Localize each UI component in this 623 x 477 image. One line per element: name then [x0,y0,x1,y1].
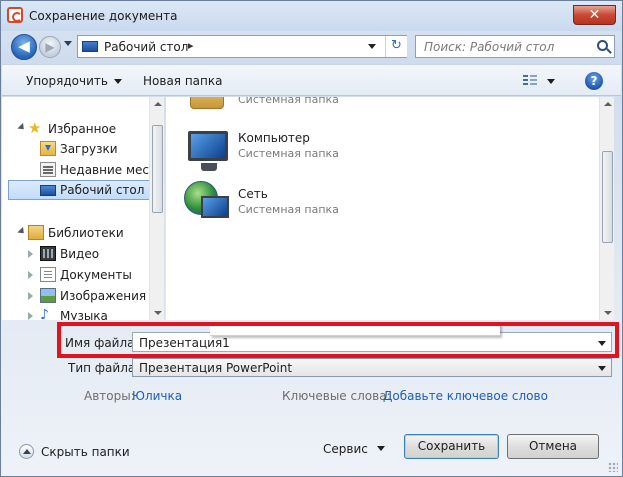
network-icon [184,181,229,218]
filetype-value: Презентация PowerPoint [139,361,293,375]
file-name: Компьютер [238,131,310,145]
nav-item-documents[interactable]: Документы [2,265,150,285]
navigation-pane: ★ Избранное Загрузки Недавние места Рабо… [2,97,165,320]
filetype-select[interactable]: Презентация PowerPoint [132,358,612,377]
close-icon: ✕ [588,7,601,23]
view-options-chevron-icon[interactable] [547,79,555,84]
file-list: Системная папка Компьютер Системная папк… [166,97,614,320]
expand-toggle-icon[interactable] [28,292,33,300]
scroll-thumb[interactable] [152,125,163,213]
file-type: Системная папка [238,147,339,160]
file-type: Системная папка [238,97,339,106]
address-bar[interactable]: Рабочий стол ▸ [77,35,407,58]
folder-icon [190,97,224,109]
scroll-up-icon[interactable] [154,102,162,106]
computer-icon [188,131,228,171]
content-scrollbar[interactable] [599,97,614,320]
video-icon [40,246,56,261]
search-icon[interactable] [597,40,608,51]
back-button[interactable]: ◀ [11,34,37,60]
cancel-button[interactable]: Отмена [507,434,599,459]
close-button[interactable]: ✕ [573,5,616,25]
address-path[interactable]: Рабочий стол [104,40,188,54]
forward-button[interactable]: ▶ [39,36,61,58]
list-item-computer[interactable]: Компьютер Системная папка [184,131,484,179]
nav-favorites-label: Избранное [48,122,117,136]
expand-toggle-icon[interactable] [17,122,27,133]
nav-item-label: Недавние места [60,163,164,177]
documents-icon [40,267,56,282]
filetype-label: Тип файла: [68,361,140,375]
resize-grip-icon[interactable] [608,462,618,472]
nav-item-label: Документы [60,268,132,282]
file-name: Сеть [238,187,268,201]
file-type: Системная папка [238,203,339,216]
downloads-icon [40,141,56,156]
authors-label: Авторы: [84,389,135,403]
tools-button[interactable]: Сервис [323,442,368,456]
nav-item-label: Рабочий стол [60,183,145,197]
arrow-right-icon: ▶ [45,40,55,54]
title-bar[interactable]: Сохранение документа ✕ [1,1,622,31]
search-input[interactable]: Поиск: Рабочий стол [415,35,615,58]
expand-toggle-icon[interactable] [28,250,33,258]
save-button[interactable]: Сохранить [404,434,499,459]
organize-button[interactable]: Упорядочить [26,74,122,88]
nav-item-label: Видео [60,247,100,261]
nav-item-downloads[interactable]: Загрузки [2,139,150,159]
save-dialog-window: Сохранение документа ✕ ◀ ▶ Рабочий стол … [0,0,623,477]
star-icon: ★ [28,119,42,137]
authors-link[interactable]: Юличка [132,389,182,403]
scroll-up-icon[interactable] [604,102,612,106]
nav-libraries-label: Библиотеки [48,226,124,240]
help-icon[interactable]: ? [585,72,603,90]
scroll-down-icon[interactable] [154,311,162,315]
app-icon [7,7,23,23]
nav-libraries[interactable]: Библиотеки [2,223,150,243]
refresh-icon: ↻ [391,38,402,53]
address-history-dropdown[interactable] [368,44,376,49]
desktop-icon [40,185,56,196]
expand-toggle-icon[interactable] [28,312,33,320]
command-toolbar: Упорядочить Новая папка ? [2,64,621,96]
arrow-left-icon: ◀ [18,37,30,55]
chevron-up-icon [19,444,34,459]
nav-item-pictures[interactable]: Изображения [2,286,150,306]
breadcrumb-chevron-icon[interactable]: ▸ [188,39,194,52]
chevron-down-icon [113,79,122,84]
new-folder-button[interactable]: Новая папка [143,74,222,88]
nav-item-label: Изображения [60,289,147,303]
recent-places-icon [40,162,56,177]
nav-favorites[interactable]: ★ Избранное [2,119,150,139]
keywords-link[interactable]: Добавьте ключевое слово [383,389,548,403]
recent-locations-dropdown[interactable] [64,41,72,46]
chevron-down-icon[interactable] [377,446,385,451]
nav-item-desktop[interactable]: Рабочий стол [8,180,150,200]
highlight-box [57,322,619,358]
library-icon [28,225,44,240]
scroll-thumb[interactable] [602,151,613,243]
window-title: Сохранение документа [29,9,178,23]
scroll-down-icon[interactable] [604,311,612,315]
music-icon: ♪ [40,307,49,321]
chevron-down-icon[interactable] [598,366,606,371]
hide-folders-label: Скрыть папки [41,445,130,459]
change-view-icon[interactable] [523,74,537,87]
organize-label: Упорядочить [26,74,108,88]
nav-item-video[interactable]: Видео [2,244,150,264]
pictures-icon [40,288,56,303]
search-placeholder: Поиск: Рабочий стол [424,40,555,54]
desktop-icon [82,41,98,52]
list-item-network[interactable]: Сеть Системная папка [184,181,484,229]
nav-item-recent-places[interactable]: Недавние места [2,160,163,180]
nav-item-label: Загрузки [60,142,118,156]
expand-toggle-icon[interactable] [28,271,33,279]
nav-item-label: Музыка [60,309,108,320]
expand-toggle-icon[interactable] [17,226,27,237]
refresh-button[interactable]: ↻ [385,36,407,57]
navpane-scrollbar[interactable] [149,97,164,320]
nav-item-music[interactable]: ♪ Музыка [2,306,150,320]
keywords-label: Ключевые слова: [282,389,391,403]
